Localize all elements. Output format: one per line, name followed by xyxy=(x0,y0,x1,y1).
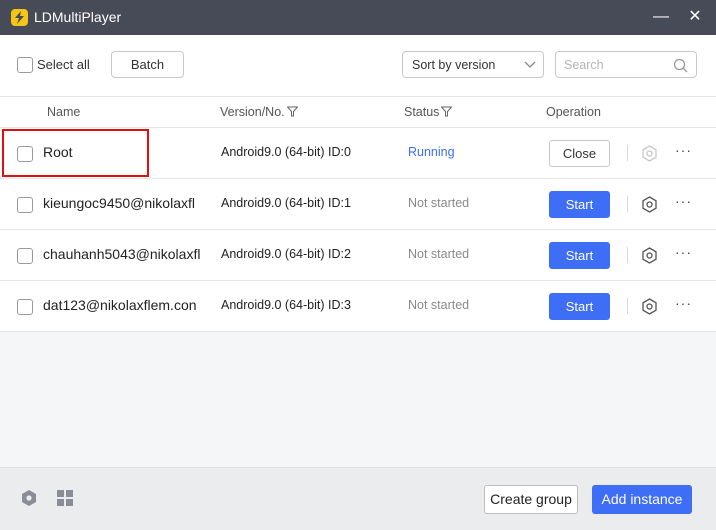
header-name: Name xyxy=(47,105,81,119)
minimize-icon[interactable]: — xyxy=(650,6,672,28)
instance-version: Android9.0 (64-bit) ID:0 xyxy=(221,145,351,159)
instance-status: Running xyxy=(408,145,455,159)
instance-name: kieungoc9450@nikolaxfl xyxy=(43,195,195,211)
table-row: chauhanh5043@nikolaxfl Android9.0 (64-bi… xyxy=(0,230,716,281)
close-instance-button[interactable]: Close xyxy=(549,140,610,167)
lightning-logo-icon xyxy=(11,9,28,26)
instance-status: Not started xyxy=(408,196,470,210)
filter-icon[interactable] xyxy=(441,106,453,117)
select-all-label[interactable]: Select all xyxy=(37,57,90,72)
gear-icon[interactable] xyxy=(641,298,658,315)
instance-status: Not started xyxy=(408,247,470,261)
divider xyxy=(627,145,628,161)
gear-icon[interactable] xyxy=(641,247,658,264)
gear-icon[interactable] xyxy=(20,489,38,507)
header-operation: Operation xyxy=(546,105,601,119)
start-instance-button[interactable]: Start xyxy=(549,242,610,269)
gear-icon xyxy=(642,145,657,162)
create-group-button[interactable]: Create group xyxy=(484,485,578,514)
divider xyxy=(627,298,628,314)
row-checkbox[interactable] xyxy=(17,248,33,264)
footer-bar: Create group Add instance xyxy=(0,467,716,530)
add-instance-button[interactable]: Add instance xyxy=(592,485,692,514)
window-title: LDMultiPlayer xyxy=(34,9,122,25)
close-icon[interactable]: ✕ xyxy=(684,6,706,28)
toolbar: Select all Batch Sort by version xyxy=(0,35,716,97)
header-version-label: Version/No. xyxy=(220,105,285,119)
gear-icon[interactable] xyxy=(641,196,658,213)
row-checkbox[interactable] xyxy=(17,197,33,213)
select-all-checkbox[interactable] xyxy=(17,57,33,73)
search-icon[interactable] xyxy=(673,58,688,73)
search-box[interactable] xyxy=(555,51,697,78)
title-bar: LDMultiPlayer — ✕ xyxy=(0,0,716,35)
batch-button[interactable]: Batch xyxy=(111,51,184,78)
more-icon[interactable]: ··· xyxy=(675,244,692,260)
divider xyxy=(627,247,628,263)
instance-version: Android9.0 (64-bit) ID:3 xyxy=(221,298,351,312)
row-checkbox[interactable] xyxy=(17,299,33,315)
sort-dropdown[interactable]: Sort by version xyxy=(402,51,544,78)
table-header: Name Version/No. Status Operation xyxy=(0,97,716,128)
instance-version: Android9.0 (64-bit) ID:2 xyxy=(221,247,351,261)
header-status-label: Status xyxy=(404,105,440,119)
table-row: dat123@nikolaxflem.con Android9.0 (64-bi… xyxy=(0,281,716,332)
table-row: kieungoc9450@nikolaxfl Android9.0 (64-bi… xyxy=(0,179,716,230)
instance-version: Android9.0 (64-bit) ID:1 xyxy=(221,196,351,210)
highlight-box xyxy=(2,129,149,177)
divider xyxy=(627,196,628,212)
instance-name: dat123@nikolaxflem.con xyxy=(43,297,197,313)
more-icon[interactable]: ··· xyxy=(675,193,692,209)
empty-list-area xyxy=(0,332,716,467)
filter-icon[interactable] xyxy=(286,106,298,117)
start-instance-button[interactable]: Start xyxy=(549,293,610,320)
chevron-down-icon xyxy=(524,61,536,68)
instance-status: Not started xyxy=(408,298,470,312)
header-version[interactable]: Version/No. xyxy=(220,105,298,119)
sort-dropdown-value: Sort by version xyxy=(412,58,496,72)
grid-icon[interactable] xyxy=(57,490,74,507)
instance-name: chauhanh5043@nikolaxfl xyxy=(43,246,201,262)
more-icon[interactable]: ··· xyxy=(675,142,692,158)
header-status[interactable]: Status xyxy=(404,105,453,119)
more-icon[interactable]: ··· xyxy=(675,295,692,311)
start-instance-button[interactable]: Start xyxy=(549,191,610,218)
search-input[interactable] xyxy=(564,56,664,74)
